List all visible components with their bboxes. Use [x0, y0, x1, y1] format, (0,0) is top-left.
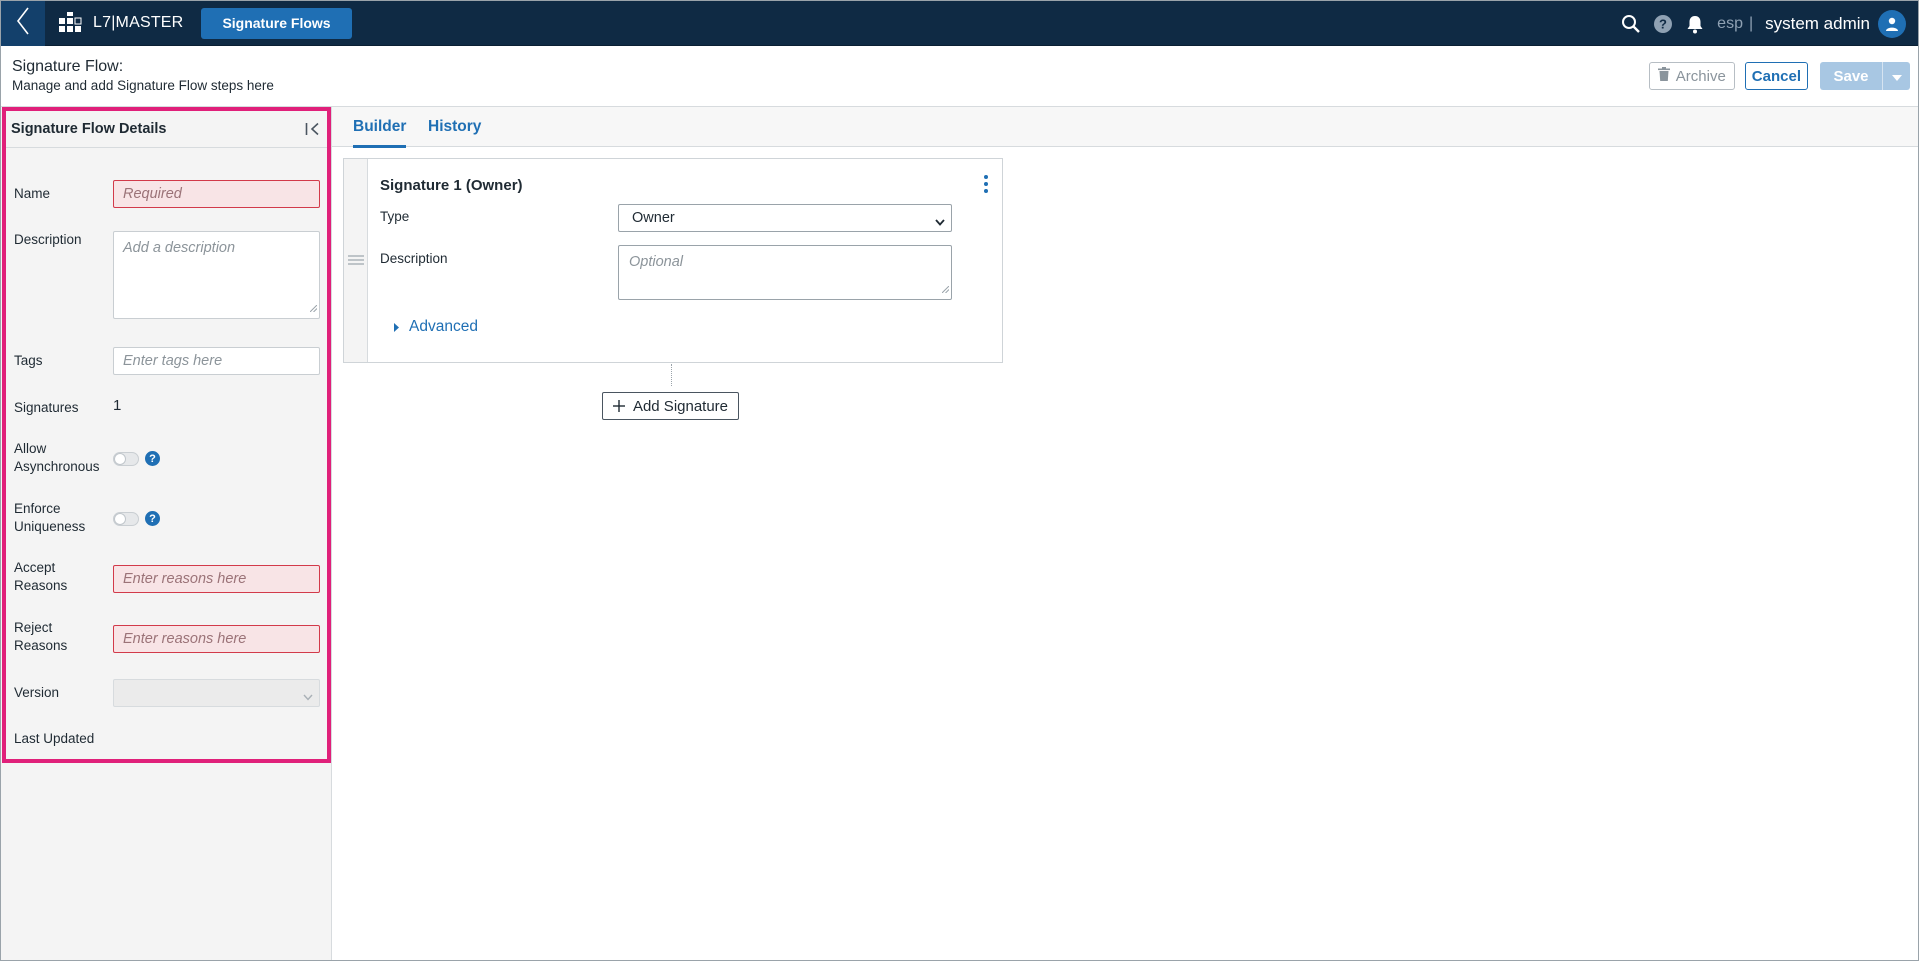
main-content: Builder History Signature 1 (Owner) Type… [332, 107, 1918, 960]
enforce-uniqueness-toggle[interactable] [113, 512, 139, 526]
archive-button[interactable]: Archive [1648, 62, 1735, 90]
help-icon[interactable]: ? [145, 451, 160, 466]
back-button[interactable] [1, 1, 45, 46]
version-label: Version [14, 685, 60, 700]
tab-history[interactable]: History [428, 118, 481, 136]
reject-reasons-input[interactable]: Enter reasons here [113, 625, 320, 653]
app-title: L7|MASTER [93, 14, 184, 31]
trash-icon [1657, 67, 1670, 85]
reject-reasons-label: Reject Reasons [14, 619, 67, 655]
type-select[interactable]: Owner [618, 204, 952, 232]
signature-description-label: Description [380, 251, 448, 266]
archive-label: Archive [1675, 67, 1726, 85]
name-input[interactable]: Required [113, 180, 320, 208]
allow-async-label-line1: Allow [14, 441, 47, 456]
allow-async-toggle[interactable] [113, 452, 139, 466]
caret-down-icon [1891, 68, 1902, 85]
bell-icon[interactable] [1685, 14, 1705, 34]
topbar-separator: | [1748, 14, 1754, 32]
type-label: Type [380, 209, 410, 224]
name-label: Name [14, 186, 51, 201]
enforce-uniqueness-label-line1: Enforce [14, 501, 61, 516]
tags-label: Tags [14, 353, 43, 368]
version-select [113, 679, 320, 707]
user-name[interactable]: system admin [1765, 14, 1870, 34]
signature-description-placeholder: Optional [629, 254, 684, 270]
tab-builder[interactable]: Builder [353, 118, 407, 148]
page-actions: Archive Cancel Save [1648, 62, 1910, 90]
svg-text:?: ? [1659, 16, 1667, 31]
add-signature-label: Add Signature [632, 397, 729, 415]
signatures-label: Signatures [14, 400, 79, 415]
chevron-down-icon [303, 688, 313, 705]
enforce-uniqueness-label: Enforce Uniqueness [14, 500, 85, 536]
enforce-uniqueness-label-line2: Uniqueness [14, 519, 86, 534]
accept-reasons-label-line2: Reasons [14, 578, 68, 593]
advanced-toggle[interactable]: Advanced [394, 318, 478, 336]
advanced-label: Advanced [409, 318, 478, 335]
signature-card: Signature 1 (Owner) Type Owner Descripti… [343, 158, 1003, 363]
search-icon[interactable] [1621, 14, 1641, 34]
toggle-knob [114, 453, 126, 465]
tags-input[interactable]: Enter tags here [113, 347, 320, 375]
type-select-value: Owner [632, 210, 675, 226]
save-button[interactable]: Save [1820, 62, 1882, 90]
page-header: Signature Flow: Manage and add Signature… [1, 46, 1918, 107]
resize-handle-icon[interactable] [309, 300, 318, 316]
resize-handle-icon[interactable] [941, 281, 950, 297]
collapse-panel-icon[interactable] [305, 122, 321, 140]
details-panel-header: Signature Flow Details [6, 111, 327, 148]
allow-async-label: Allow Asynchronous [14, 440, 100, 476]
signature-flow-details-panel: Signature Flow Details Name Required Des… [1, 107, 332, 960]
description-placeholder: Add a description [123, 240, 236, 256]
save-options-button[interactable] [1882, 62, 1910, 90]
save-button-group: Save [1820, 62, 1910, 90]
last-updated-label: Last Updated [14, 731, 95, 746]
add-signature-button[interactable]: Add Signature [602, 392, 739, 420]
back-chevron-icon [15, 6, 31, 40]
tab-bar: Builder History [332, 107, 1918, 148]
reject-reasons-label-line2: Reasons [14, 638, 68, 653]
signatures-count: 1 [113, 397, 122, 414]
drag-handle[interactable] [344, 159, 368, 362]
page-subtitle: Manage and add Signature Flow steps here [12, 78, 274, 93]
module-signature-flows-button[interactable]: Signature Flows [201, 7, 352, 39]
page-title: Signature Flow: [12, 58, 124, 75]
reject-reasons-label-line1: Reject [14, 620, 53, 635]
language-selector[interactable]: esp [1717, 15, 1743, 33]
description-label: Description [14, 232, 82, 247]
accept-reasons-label: Accept Reasons [14, 559, 67, 595]
caret-right-icon [394, 319, 399, 336]
help-icon[interactable]: ? [1653, 14, 1673, 34]
cancel-button[interactable]: Cancel [1744, 62, 1808, 90]
accept-reasons-input[interactable]: Enter reasons here [113, 565, 320, 593]
description-textarea[interactable]: Add a description [113, 231, 320, 319]
allow-async-label-line2: Asynchronous [14, 459, 100, 474]
signature-title: Signature 1 (Owner) [380, 177, 523, 194]
top-navbar: L7|MASTER Signature Flows ? esp | system… [1, 1, 1918, 46]
app-grid-icon[interactable] [55, 8, 85, 38]
flow-connector [671, 364, 672, 386]
kebab-menu-icon[interactable] [984, 175, 988, 197]
app-window: L7|MASTER Signature Flows ? esp | system… [0, 0, 1919, 961]
signature-description-textarea[interactable]: Optional [618, 245, 952, 300]
user-icon[interactable] [1878, 9, 1906, 38]
plus-icon [612, 397, 625, 415]
details-panel-title: Signature Flow Details [11, 121, 167, 137]
topbar-right-group: ? esp | system admin [1609, 1, 1918, 46]
drag-handle-icon [347, 252, 364, 269]
help-icon[interactable]: ? [145, 511, 160, 526]
chevron-down-icon [935, 214, 945, 230]
accept-reasons-label-line1: Accept [14, 560, 56, 575]
toggle-knob [114, 513, 126, 525]
